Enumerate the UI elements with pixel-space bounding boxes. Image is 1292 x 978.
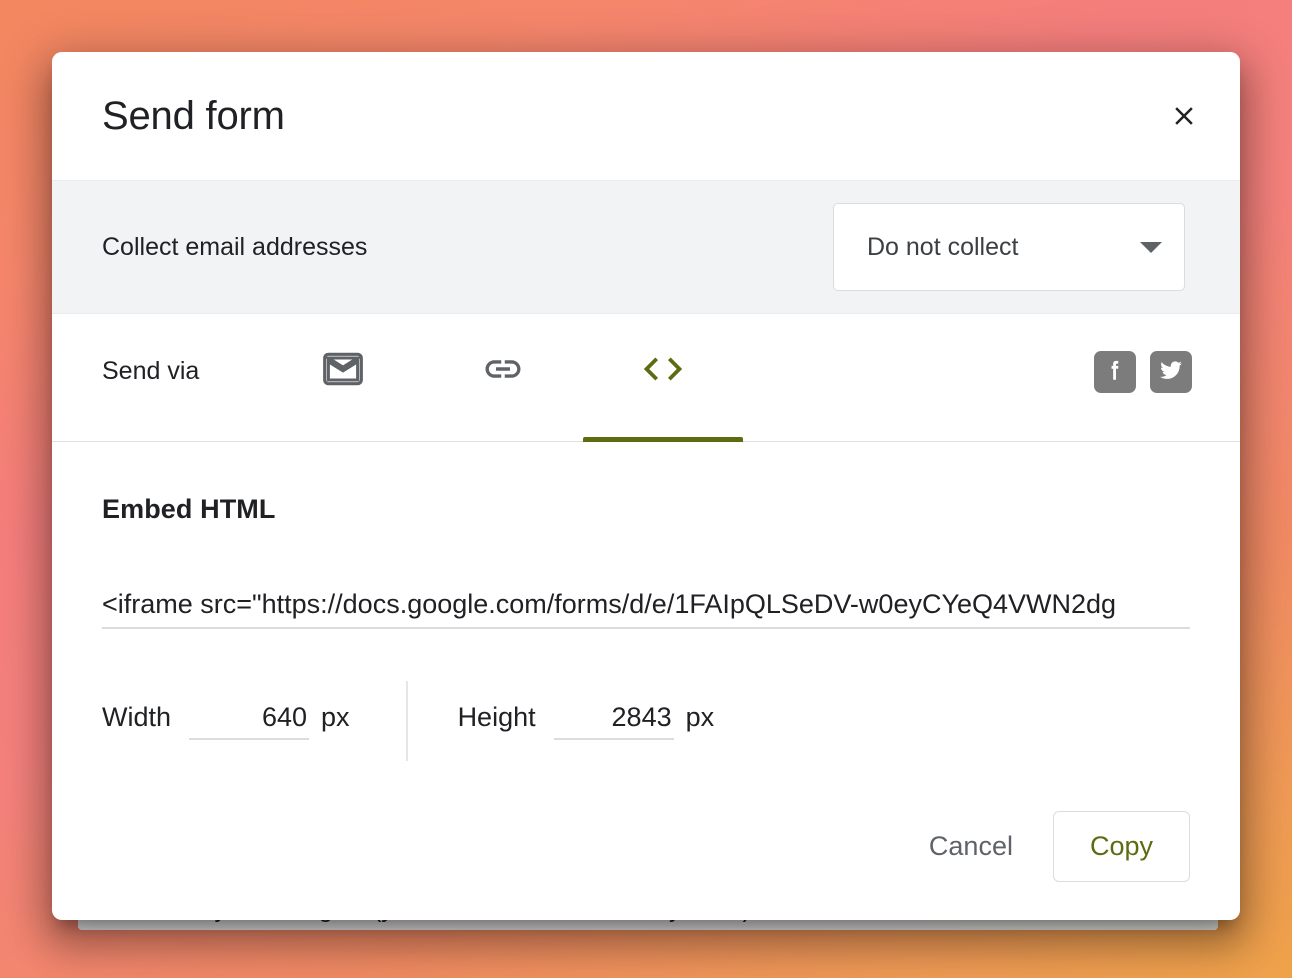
share-twitter-button[interactable] — [1150, 350, 1192, 393]
dialog-title: Send form — [102, 94, 285, 138]
cancel-button[interactable]: Cancel — [903, 813, 1039, 880]
tab-underline-active — [583, 437, 744, 442]
dialog-body: Embed HTML <iframe src="https://docs.goo… — [52, 442, 1240, 811]
envelope-icon — [321, 347, 365, 396]
tab-send-email[interactable] — [263, 314, 423, 441]
collect-email-selected-value: Do not collect — [867, 232, 1019, 261]
share-facebook-button[interactable] — [1094, 350, 1136, 393]
social-share-buttons — [1094, 314, 1192, 441]
send-form-dialog: Send form Collect email addresses Do not… — [52, 52, 1240, 920]
dialog-header: Send form — [52, 52, 1240, 180]
embed-width-label: Width — [102, 702, 172, 732]
code-brackets-icon — [640, 346, 686, 397]
embed-html-value: <iframe src="https://docs.google.com/for… — [102, 589, 1117, 619]
embed-height-input[interactable] — [553, 702, 674, 740]
embed-width-input[interactable] — [189, 702, 310, 740]
collect-email-label: Collect email addresses — [102, 232, 368, 261]
collect-email-select[interactable]: Do not collect — [833, 203, 1185, 291]
send-via-row: Send via — [52, 314, 1240, 442]
link-icon — [482, 348, 524, 395]
embed-dimensions-row: Width px Height px — [102, 681, 1190, 761]
send-via-tabs — [263, 314, 744, 442]
embed-height-group: Height px — [457, 702, 715, 740]
tab-send-embed[interactable] — [583, 314, 744, 442]
embed-html-field[interactable]: <iframe src="https://docs.google.com/for… — [102, 587, 1190, 629]
embed-section-title: Embed HTML — [102, 494, 276, 524]
embed-width-group: Width px — [102, 702, 350, 740]
twitter-icon — [1158, 357, 1184, 386]
close-icon — [1169, 101, 1199, 131]
facebook-icon — [1102, 357, 1128, 386]
embed-height-label: Height — [457, 702, 536, 732]
tab-send-link[interactable] — [423, 314, 583, 441]
copy-button[interactable]: Copy — [1052, 811, 1190, 882]
dialog-footer: Cancel Copy — [52, 811, 1240, 920]
embed-width-unit: px — [321, 702, 350, 732]
dimensions-divider — [405, 681, 408, 761]
chevron-down-icon — [1140, 241, 1162, 253]
embed-height-unit: px — [685, 702, 715, 732]
collect-email-row: Collect email addresses Do not collect — [52, 180, 1240, 314]
close-button[interactable] — [1158, 90, 1210, 142]
send-via-label: Send via — [102, 357, 200, 385]
